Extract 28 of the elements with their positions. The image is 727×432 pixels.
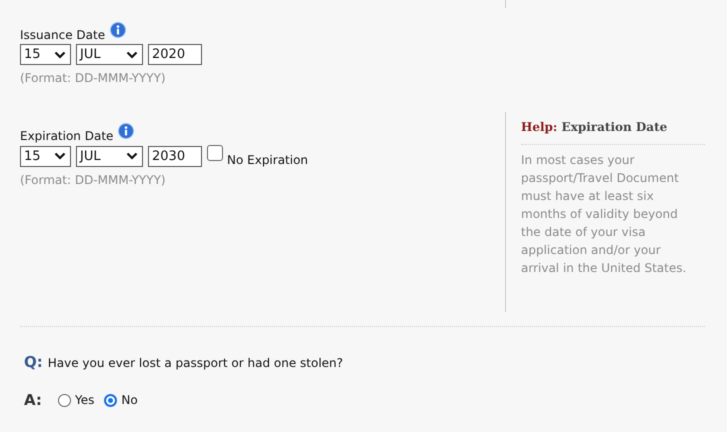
info-icon[interactable] xyxy=(118,123,134,139)
question-text: Have you ever lost a passport or had one stolen? xyxy=(48,356,344,370)
answer-prefix: A: xyxy=(24,391,43,409)
caret-icon xyxy=(54,152,66,160)
help-label: Help: xyxy=(521,120,558,134)
day-select[interactable]: 15 xyxy=(20,146,71,166)
year-field[interactable]: 2030 xyxy=(148,146,202,166)
year-field[interactable]: 2020 xyxy=(148,44,202,65)
field-label: Expiration Date xyxy=(20,129,114,143)
help-text: In most cases your passport/Travel Document must have at least six months of validity beyond the date of your visa application and/or your arrival in the United States. xyxy=(521,152,688,277)
format-hint: (Format: DD-MMM-YYYY) xyxy=(20,71,167,85)
day-select[interactable]: 15 xyxy=(20,44,71,65)
checkbox[interactable] xyxy=(207,145,223,161)
format-hint: (Format: DD-MMM-YYYY) xyxy=(20,173,167,187)
radio-button[interactable] xyxy=(104,394,118,406)
info-icon[interactable] xyxy=(110,22,126,38)
caret-icon xyxy=(126,152,138,160)
radio-button[interactable] xyxy=(58,394,71,406)
help-title: Expiration Date xyxy=(562,120,668,134)
question-prefix: Q: xyxy=(24,353,43,371)
radio-label: Yes xyxy=(75,393,94,407)
field-label: Issuance Date xyxy=(20,28,106,42)
month-select[interactable]: JUL xyxy=(76,146,143,166)
checkbox-label: No Expiration xyxy=(227,153,308,167)
radio-label: No xyxy=(121,393,138,407)
caret-icon xyxy=(126,50,138,58)
month-select[interactable]: JUL xyxy=(76,44,143,65)
caret-icon xyxy=(54,50,66,58)
